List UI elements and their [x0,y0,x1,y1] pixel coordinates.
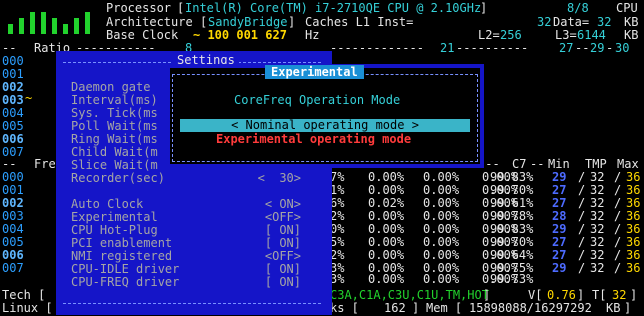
settings-item-label: Daemon gate [71,80,151,94]
ratio-tick: 27 [559,41,574,55]
mem-unit: KB [606,301,621,315]
settings-item[interactable]: Recorder(sec) < 30> [71,172,301,185]
settings-item-label: CPU-IDLE driver [71,262,180,276]
linux-label: Linux [ [2,301,53,315]
experimental-dialog: Experimental CoreFreq Operation Mode < N… [166,64,484,168]
threads-count: 8/8 [567,1,589,15]
settings-item-label: Recorder(sec) [71,171,165,185]
settings-item-label: Slice Wait(m [71,158,158,172]
ratio-divider: ------------- [330,41,424,55]
settings-item-label: CPU Hot-Plug [71,223,158,237]
corefreq-logo [2,4,94,34]
nominal-mode-option[interactable]: < Nominal operating mode > [180,119,470,132]
temp-label: T[ [592,288,607,302]
hz-unit: Hz [305,28,320,42]
l1-inst-value: 32 [537,15,552,29]
experimental-title: Experimental [265,65,364,79]
settings-item-value: < 30> [257,171,301,185]
mem-label: Mem [ [426,301,463,315]
settings-item-label: Child Wait(m [71,145,158,159]
mem-value: 15898088/16297292 [469,301,592,315]
settings-item[interactable]: CPU-FREQ driver [ ON] [71,276,301,289]
processor-label: Processor [106,1,172,15]
experimental-mode-option[interactable]: Experimental operating mode [216,133,411,146]
freq-label: Fre [34,157,56,171]
ratio-tick: 21 [440,41,455,55]
settings-item-label: Experimental [71,210,158,224]
settings-item-label: NMI registered [71,249,173,263]
tasks-value: 162 [384,301,406,315]
tasks-label: ks [ [330,301,359,315]
summary-row: 3% 0.00% 0.00% 0.00% 99.73% [330,272,534,286]
bracket: ] [480,1,488,15]
processor-value: Intel(R) Core(TM) i7-2710QE CPU @ 2.10GH… [185,1,482,15]
marker: ~ [25,91,33,105]
base-clock-value: ~ 100 001 627 [193,28,287,42]
operation-mode-heading: CoreFreq Operation Mode [234,93,401,107]
settings-item-label: Sys. Tick(ms [71,106,158,120]
ratio-divider: ---------- [456,41,529,55]
threads-unit: CPU [616,1,638,15]
settings-item-value: [ ON] [264,275,301,289]
settings-item-label: Ring Wait(ms [71,132,158,146]
settings-item-label: Interval(ms) [71,93,158,107]
ratio-tick: 29 [590,41,605,55]
settings-item-label: PCI enablement [71,236,173,250]
settings-item-label: Poll Wait(ms [71,119,158,133]
settings-item-label: Auto Clock [71,197,144,211]
cpu-id[interactable]: 007 [2,262,32,275]
settings-item-label: CPU-FREQ driver [71,275,180,289]
ratio-tick: 30 [615,41,630,55]
caches-label: Caches L1 Inst= [305,15,414,29]
bracket: [ [177,1,185,15]
